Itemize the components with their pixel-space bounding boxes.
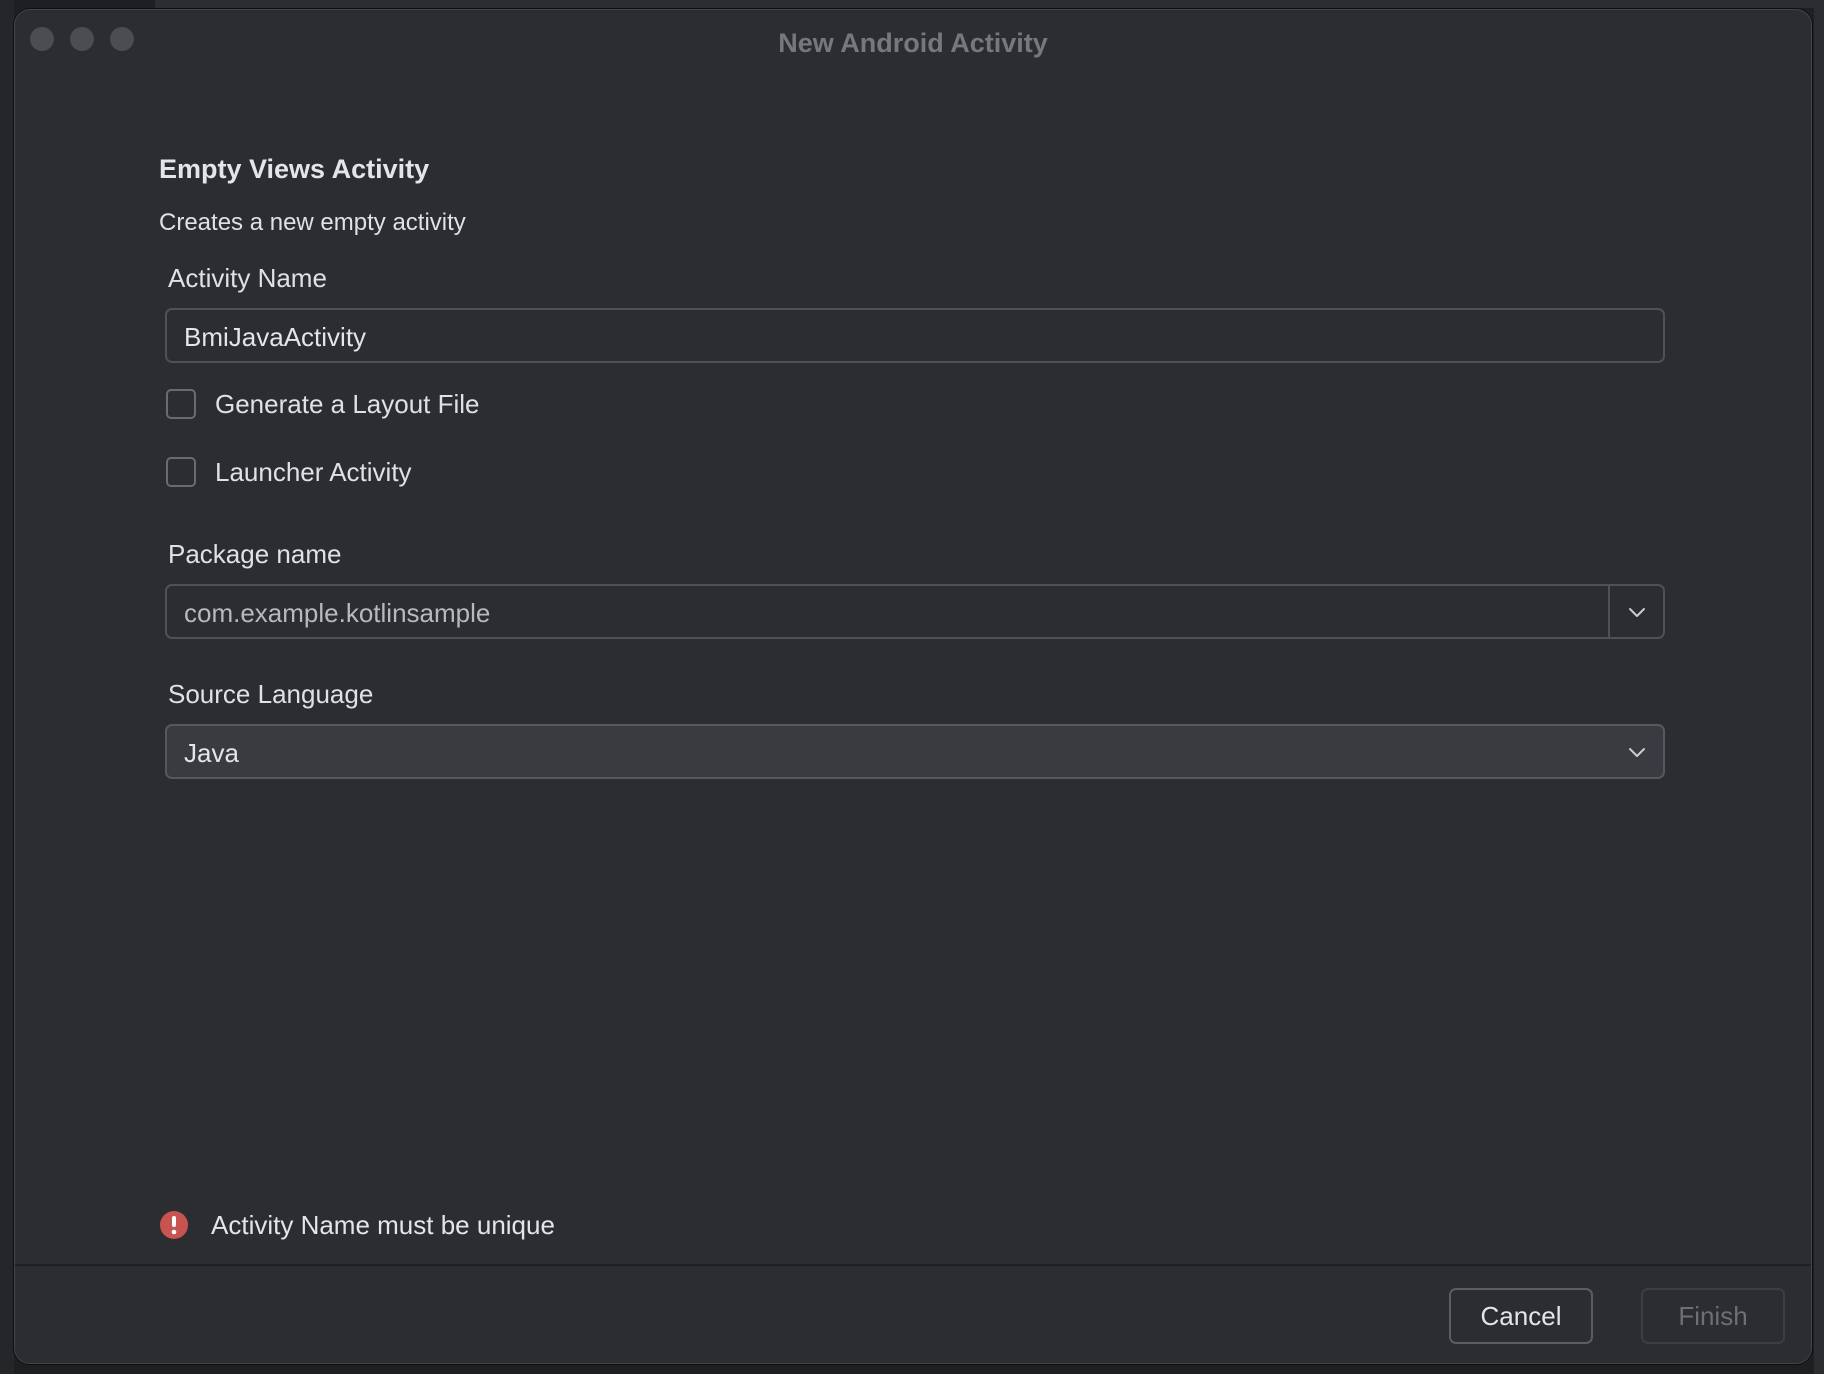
dialog-title: New Android Activity	[778, 28, 1048, 58]
chevron-down-icon[interactable]	[1627, 602, 1647, 622]
package-name-value: com.example.kotlinsample	[184, 598, 491, 628]
source-language-value: Java	[184, 738, 239, 768]
combobox-divider	[1608, 586, 1610, 637]
background-editor-edge-right	[1814, 0, 1824, 1374]
dialog-footer: Cancel Finish	[15, 1264, 1811, 1363]
background-editor-edge	[0, 0, 14, 1374]
activity-name-input[interactable]: BmiJavaActivity	[165, 308, 1665, 363]
template-heading: Empty Views Activity	[159, 154, 430, 184]
activity-name-value: BmiJavaActivity	[184, 322, 367, 352]
source-language-select[interactable]: Java	[165, 724, 1665, 779]
new-android-activity-dialog: New Android Activity Empty Views Activit…	[14, 9, 1812, 1364]
dialog-content: Empty Views Activity Creates a new empty…	[15, 62, 1811, 1272]
package-name-combobox[interactable]: com.example.kotlinsample	[165, 584, 1665, 639]
activity-name-label: Activity Name	[168, 263, 327, 293]
error-icon	[160, 1211, 188, 1239]
title-bar: New Android Activity	[15, 10, 1811, 62]
package-name-label: Package name	[168, 539, 342, 569]
source-language-label: Source Language	[168, 679, 374, 709]
template-description: Creates a new empty activity	[159, 209, 466, 236]
cancel-button[interactable]: Cancel	[1449, 1288, 1593, 1344]
launcher-activity-checkbox[interactable]	[166, 457, 196, 487]
launcher-activity-label: Launcher Activity	[215, 457, 412, 487]
generate-layout-checkbox[interactable]	[166, 389, 196, 419]
background-window-edge	[155, 0, 1824, 8]
generate-layout-label: Generate a Layout File	[215, 389, 480, 419]
chevron-down-icon	[1629, 748, 1645, 757]
validation-text: Activity Name must be unique	[211, 1210, 555, 1240]
finish-button[interactable]: Finish	[1641, 1288, 1785, 1344]
